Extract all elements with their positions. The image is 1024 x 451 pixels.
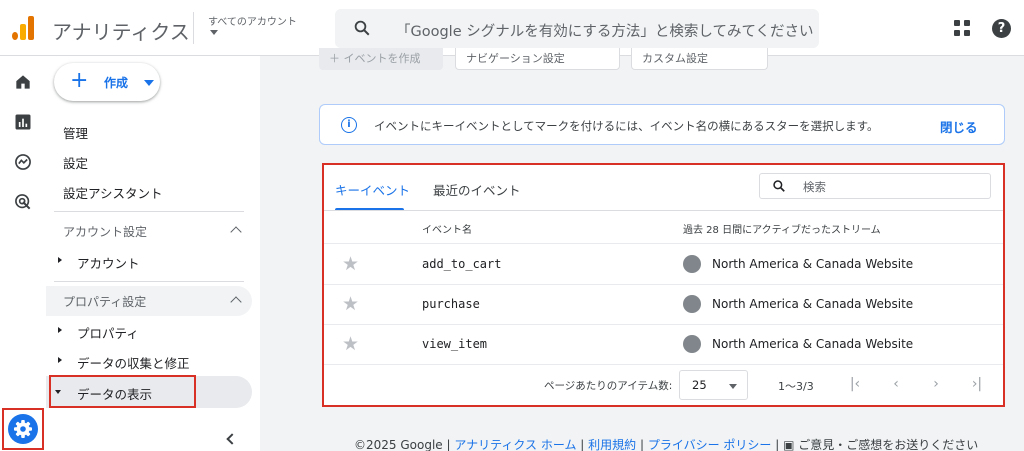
banner-close-button[interactable]: 閉じる [940, 117, 978, 136]
advertising-icon[interactable] [13, 192, 33, 212]
custom-settings-button[interactable]: カスタム設定 [631, 48, 768, 70]
nav-divider [54, 211, 244, 212]
app-title[interactable]: アナリティクス [52, 16, 190, 45]
create-event-button[interactable]: ＋ イベントを作成 [319, 48, 443, 70]
nav-item-setup-assistant[interactable]: 設定アシスタント [63, 183, 163, 202]
reports-icon[interactable] [13, 112, 33, 132]
account-settings-section[interactable]: アカウント設定 [63, 223, 147, 240]
main-content: ＋ イベントを作成 ナビゲーション設定 カスタム設定 i イベントにキーイベント… [260, 48, 1024, 451]
create-label: 作成 [104, 76, 129, 90]
collapse-nav-icon[interactable] [226, 433, 238, 445]
expand-arrow-icon[interactable] [58, 257, 62, 263]
create-button[interactable]: + 作成 [54, 63, 160, 101]
nav-item-data-collection[interactable]: データの収集と修正 [77, 353, 190, 372]
feedback-link[interactable]: ご意見・ご感想をお送りください [798, 438, 978, 451]
search-placeholder: 「Google シグナルを有効にする方法」と検索してみてください [396, 24, 814, 40]
explore-icon[interactable] [13, 152, 33, 172]
apps-grid-icon[interactable] [954, 20, 970, 36]
nav-item-settings[interactable]: 設定 [63, 153, 88, 172]
info-banner: i イベントにキーイベントとしてマークを付けるには、イベント名の横にあるスターを… [319, 104, 1005, 145]
navigation-settings-button[interactable]: ナビゲーション設定 [455, 48, 620, 70]
data-display-highlight-box [49, 375, 196, 408]
analytics-logo-icon[interactable] [12, 16, 36, 40]
plus-icon: + [70, 68, 89, 93]
settings-highlight-box [2, 408, 44, 450]
events-card-highlight-box [322, 163, 1005, 407]
footer-link-analytics-home[interactable]: アナリティクス ホーム [454, 438, 576, 451]
header-divider [193, 12, 194, 44]
chevron-up-icon[interactable] [230, 226, 242, 238]
nav-item-admin[interactable]: 管理 [63, 123, 88, 142]
admin-nav-panel: + 作成 管理 設定 設定アシスタント アカウント設定 アカウント プロパティ設… [46, 56, 260, 451]
account-selector-label[interactable]: すべてのアカウント [208, 13, 297, 28]
expand-arrow-icon[interactable] [58, 327, 62, 333]
expand-arrow-icon[interactable] [58, 357, 62, 363]
nav-item-account[interactable]: アカウント [77, 253, 140, 272]
feedback-icon[interactable]: ▣ [783, 438, 794, 451]
search-icon [354, 20, 370, 36]
banner-message: イベントにキーイベントとしてマークを付けるには、イベント名の横にあるスターを選択… [374, 119, 879, 133]
help-icon[interactable]: ? [992, 19, 1011, 38]
left-rail [0, 56, 46, 451]
search-bar[interactable]: 「Google シグナルを有効にする方法」と検索してみてください [335, 9, 819, 48]
home-icon[interactable] [13, 72, 33, 92]
footer-link-privacy[interactable]: プライバシー ポリシー [648, 438, 772, 451]
nav-divider [54, 281, 244, 282]
copyright: ©2025 Google [354, 438, 443, 451]
footer: ©2025 Google | アナリティクス ホーム | 利用規約 | プライバ… [354, 438, 979, 451]
account-caret-icon[interactable] [210, 30, 218, 35]
footer-link-terms[interactable]: 利用規約 [588, 438, 636, 451]
info-icon: i [341, 117, 357, 133]
nav-item-property[interactable]: プロパティ [77, 323, 139, 342]
create-caret-icon [144, 80, 154, 86]
property-settings-section[interactable]: プロパティ設定 [63, 293, 146, 310]
